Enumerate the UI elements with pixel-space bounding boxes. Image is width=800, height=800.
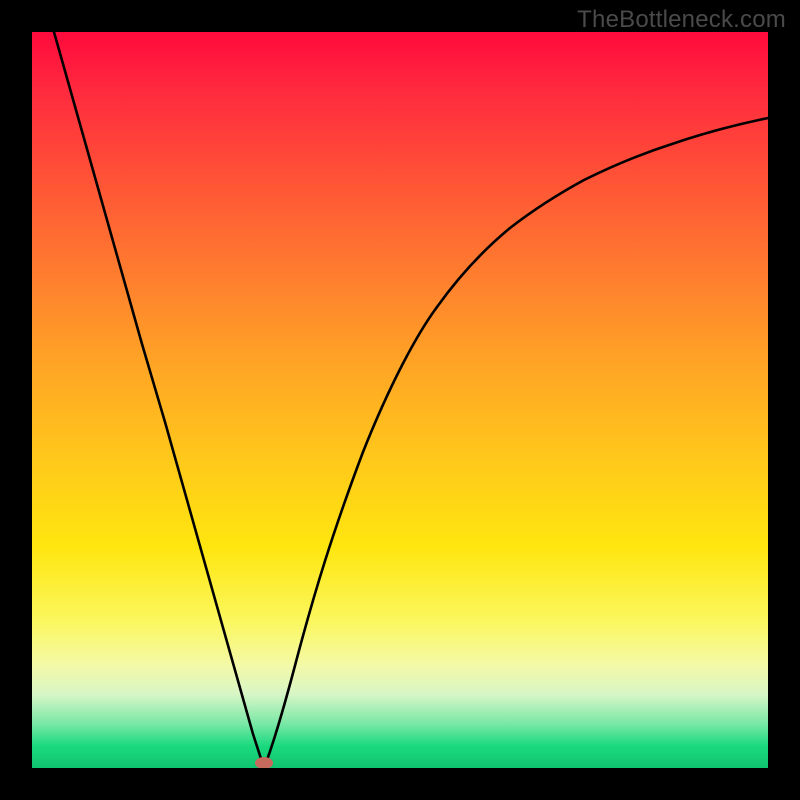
curve-left-branch — [54, 32, 264, 768]
chart-frame: TheBottleneck.com — [0, 0, 800, 800]
minimum-point-marker — [255, 757, 273, 768]
chart-plot-area — [32, 32, 768, 768]
watermark-text: TheBottleneck.com — [577, 6, 786, 34]
bottleneck-curve — [32, 32, 768, 768]
curve-right-branch — [264, 118, 768, 768]
